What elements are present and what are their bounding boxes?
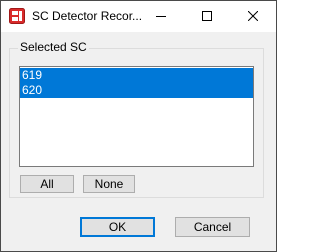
ok-button[interactable]: OK (80, 217, 155, 237)
app-icon (9, 8, 25, 24)
none-button[interactable]: None (83, 175, 135, 193)
cancel-button[interactable]: Cancel (175, 217, 250, 237)
maximize-icon (202, 10, 212, 24)
minimize-icon (156, 10, 166, 24)
group-label: Selected SC (18, 40, 89, 54)
window-title: SC Detector Recor... (32, 9, 143, 23)
close-button[interactable] (230, 1, 276, 32)
maximize-button[interactable] (184, 1, 230, 32)
all-button[interactable]: All (20, 175, 74, 193)
list-item[interactable]: 619 (20, 68, 253, 83)
sc-listbox[interactable]: 619 620 (19, 66, 254, 167)
close-icon (247, 10, 259, 24)
minimize-button[interactable] (138, 1, 184, 32)
title-bar[interactable]: SC Detector Recor... (1, 1, 276, 32)
list-item[interactable]: 620 (20, 83, 253, 98)
